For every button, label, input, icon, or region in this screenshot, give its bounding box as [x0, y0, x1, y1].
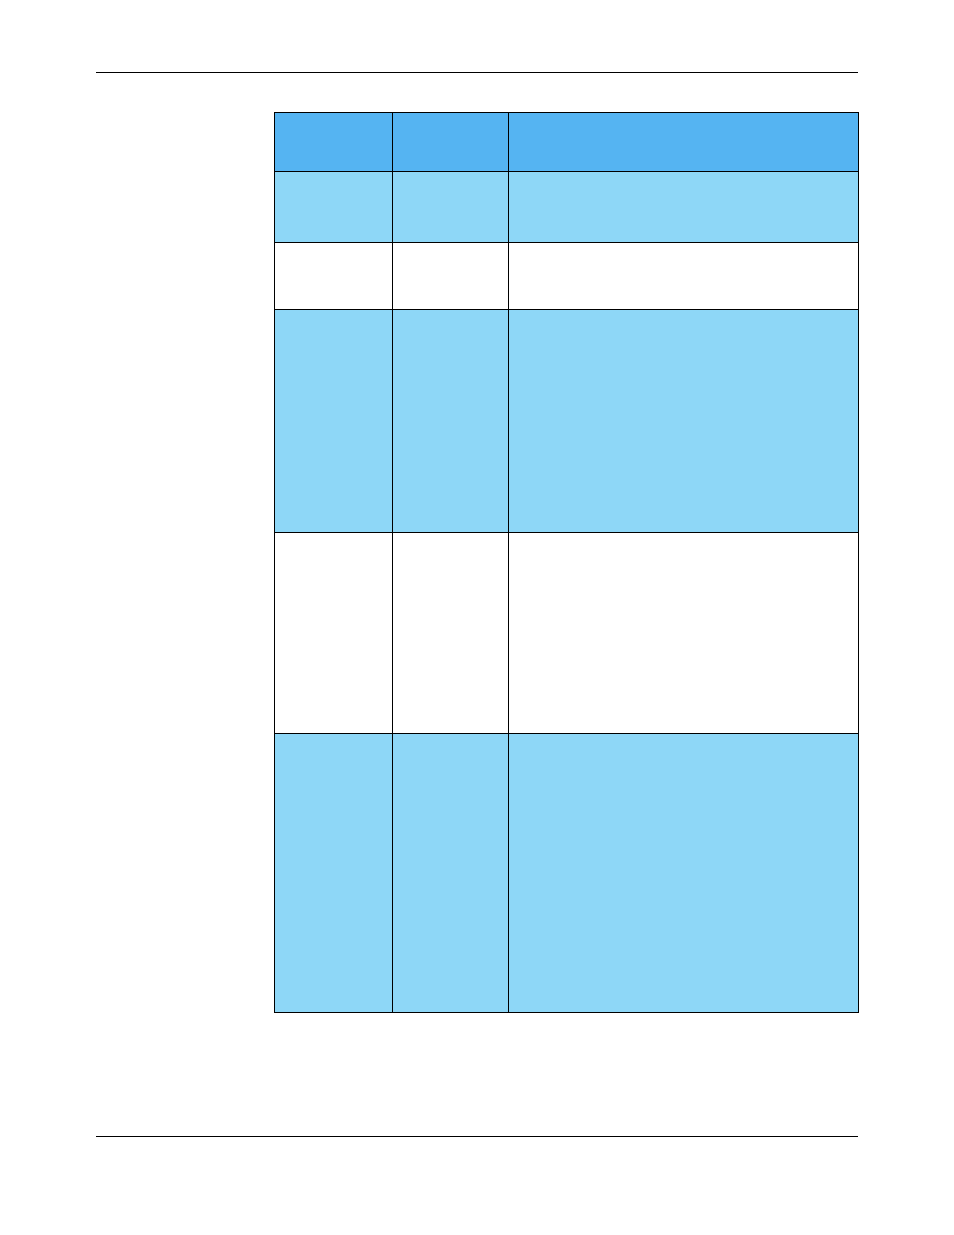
- table-row: [275, 310, 859, 533]
- table-cell: [393, 533, 509, 734]
- table-row: [275, 172, 859, 243]
- table-cell: [393, 734, 509, 1013]
- table-cell: [509, 310, 859, 533]
- table-cell: [509, 533, 859, 734]
- table-row: [275, 243, 859, 310]
- data-table: [274, 112, 859, 1013]
- table-cell: [275, 533, 393, 734]
- table-cell: [393, 243, 509, 310]
- table-cell: [275, 734, 393, 1013]
- table-cell: [509, 243, 859, 310]
- table-cell: [275, 243, 393, 310]
- table-cell: [393, 172, 509, 243]
- table-cell: [393, 310, 509, 533]
- page: [0, 0, 954, 1235]
- table-cell: [509, 172, 859, 243]
- table-header-cell: [509, 113, 859, 172]
- table-header-row: [275, 113, 859, 172]
- table-row: [275, 734, 859, 1013]
- footer-rule: [96, 1136, 858, 1137]
- table-header-cell: [393, 113, 509, 172]
- table-cell: [275, 310, 393, 533]
- table-row: [275, 533, 859, 734]
- table-cell: [509, 734, 859, 1013]
- table-cell: [275, 172, 393, 243]
- header-rule: [96, 72, 858, 73]
- table-header-cell: [275, 113, 393, 172]
